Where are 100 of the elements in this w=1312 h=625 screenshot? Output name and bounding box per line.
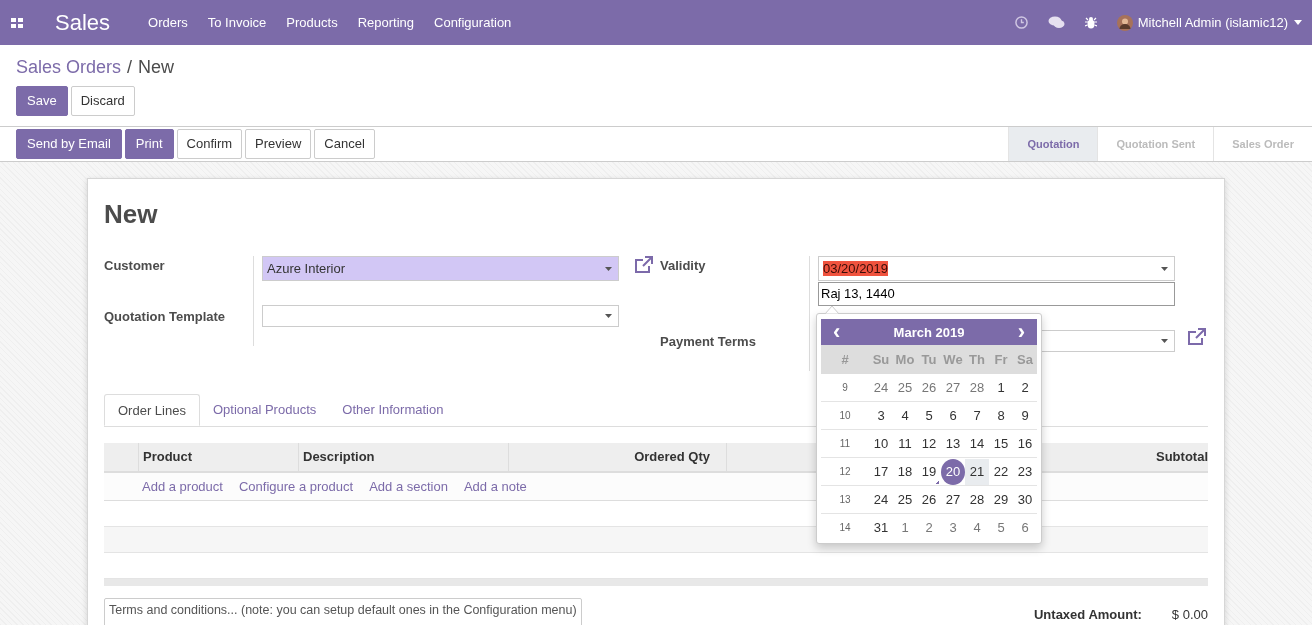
- action-button[interactable]: Send by Email: [16, 129, 122, 159]
- calendar-day[interactable]: 3: [941, 514, 965, 541]
- caret-icon[interactable]: [1294, 20, 1302, 25]
- calendar-day[interactable]: 6: [941, 402, 965, 429]
- caret-icon[interactable]: [1161, 339, 1168, 343]
- terms-field[interactable]: Terms and conditions... (note: you can setup default ones in the Configuration menu): [104, 598, 582, 625]
- select-field[interactable]: Azure Interior: [262, 256, 619, 281]
- external-link-icon[interactable]: [1187, 328, 1207, 346]
- apps-menu-icon[interactable]: [11, 17, 23, 28]
- calendar-day[interactable]: 26: [917, 486, 941, 513]
- calendar-day[interactable]: 17: [869, 458, 893, 485]
- month-title[interactable]: March 2019: [893, 324, 965, 340]
- column-header[interactable]: Product: [139, 443, 299, 471]
- calendar-day[interactable]: 24: [869, 486, 893, 513]
- calendar-day[interactable]: 28: [965, 486, 989, 513]
- weekday-header: Tu: [920, 352, 938, 367]
- select-field[interactable]: [262, 305, 619, 327]
- calendar-day[interactable]: 3: [869, 402, 893, 429]
- calendar-day[interactable]: 24: [869, 374, 893, 401]
- weekday-header: Sa: [1016, 352, 1034, 367]
- calendar-day[interactable]: 6: [1013, 514, 1037, 541]
- calendar-day[interactable]: 1: [893, 514, 917, 541]
- calendar-day[interactable]: 27: [941, 486, 965, 513]
- calendar-day[interactable]: 1: [989, 374, 1013, 401]
- menu-item[interactable]: Orders: [148, 15, 188, 30]
- action-button[interactable]: Confirm: [176, 129, 243, 159]
- external-link-icon[interactable]: [634, 256, 654, 274]
- calendar-day[interactable]: 29: [989, 486, 1013, 513]
- week-number: 9: [841, 382, 849, 393]
- calendar-day[interactable]: 4: [893, 402, 917, 429]
- untaxed-amount-label: Untaxed Amount:: [1034, 607, 1142, 622]
- weekday-header: #: [840, 352, 850, 367]
- weekday-header: Fr: [993, 352, 1009, 367]
- menu-item[interactable]: Reporting: [357, 15, 414, 30]
- field-label: Validity: [660, 256, 810, 326]
- calendar-day[interactable]: 16: [1013, 430, 1037, 457]
- column-header[interactable]: Subtotal: [1152, 443, 1208, 471]
- calendar-day[interactable]: 23: [1013, 458, 1037, 485]
- calendar-day[interactable]: 5: [917, 402, 941, 429]
- save-button[interactable]: Save: [16, 86, 68, 116]
- action-button[interactable]: Print: [124, 129, 174, 159]
- caret-icon[interactable]: [605, 266, 612, 271]
- calendar-day[interactable]: 2: [1013, 374, 1037, 401]
- weekday-header: Su: [871, 352, 891, 367]
- calendar-day[interactable]: 13: [941, 430, 965, 457]
- calendar-day[interactable]: 30: [1013, 486, 1037, 513]
- tab[interactable]: Optional Products: [199, 394, 330, 426]
- add-line-link[interactable]: Add a section: [369, 479, 448, 494]
- menu-item[interactable]: To Invoice: [207, 15, 267, 30]
- discard-button[interactable]: Discard: [70, 86, 135, 116]
- weekday-header: Mo: [894, 352, 916, 367]
- calendar-day[interactable]: 28: [965, 374, 989, 401]
- calendar-day[interactable]: 20: [941, 458, 965, 485]
- previous-month-button[interactable]: ‹: [833, 321, 841, 343]
- caret-icon[interactable]: [1161, 266, 1168, 271]
- calendar-day[interactable]: 14: [965, 430, 989, 457]
- breadcrumb-link[interactable]: Sales Orders: [16, 57, 122, 78]
- hijri-date-field[interactable]: Raj 13, 1440: [818, 282, 1175, 306]
- week-number: 12: [838, 466, 852, 477]
- weekday-header: We: [942, 352, 964, 367]
- calendar-day[interactable]: 22: [989, 458, 1013, 485]
- calendar-day[interactable]: 27: [941, 374, 965, 401]
- calendar-day[interactable]: 25: [893, 374, 917, 401]
- clock-icon[interactable]: [1014, 16, 1028, 29]
- status-stage[interactable]: Quotation: [1008, 127, 1098, 161]
- calendar-day[interactable]: 2: [917, 514, 941, 541]
- calendar-day[interactable]: 7: [965, 402, 989, 429]
- app-title: Sales: [55, 9, 111, 36]
- chat-icon[interactable]: [1047, 16, 1065, 29]
- column-header[interactable]: Description: [299, 443, 509, 471]
- user-menu[interactable]: Mitchell Admin (islamic12): [1137, 15, 1288, 30]
- calendar-day[interactable]: 21: [965, 458, 989, 485]
- date-field[interactable]: 03/20/2019: [818, 256, 1175, 281]
- calendar-day[interactable]: 5: [989, 514, 1013, 541]
- calendar-day[interactable]: 11: [893, 430, 917, 457]
- add-line-link[interactable]: Add a note: [463, 479, 527, 494]
- calendar-day[interactable]: 9: [1013, 402, 1037, 429]
- week-number: 13: [838, 494, 852, 505]
- tab[interactable]: Order Lines: [104, 394, 200, 426]
- avatar-icon[interactable]: [1116, 14, 1133, 31]
- add-line-link[interactable]: Add a product: [142, 479, 223, 494]
- add-line-link[interactable]: Configure a product: [238, 479, 354, 494]
- menu-item[interactable]: Products: [286, 15, 338, 30]
- calendar-day[interactable]: 15: [989, 430, 1013, 457]
- calendar-day[interactable]: 4: [965, 514, 989, 541]
- column-header[interactable]: Ordered Qty: [509, 443, 727, 471]
- tab[interactable]: Other Information: [329, 394, 457, 426]
- calendar-day[interactable]: 18: [893, 458, 917, 485]
- next-month-button[interactable]: ›: [1017, 321, 1025, 343]
- menu-item[interactable]: Configuration: [434, 15, 512, 30]
- calendar-day[interactable]: 8: [989, 402, 1013, 429]
- caret-icon[interactable]: [605, 314, 612, 318]
- calendar-day[interactable]: 26: [917, 374, 941, 401]
- calendar-day[interactable]: 31: [869, 514, 893, 541]
- action-button[interactable]: Cancel: [314, 129, 375, 159]
- calendar-day[interactable]: 12: [917, 430, 941, 457]
- calendar-day[interactable]: 10: [869, 430, 893, 457]
- bug-icon[interactable]: [1084, 16, 1097, 29]
- action-button[interactable]: Preview: [245, 129, 312, 159]
- calendar-day[interactable]: 25: [893, 486, 917, 513]
